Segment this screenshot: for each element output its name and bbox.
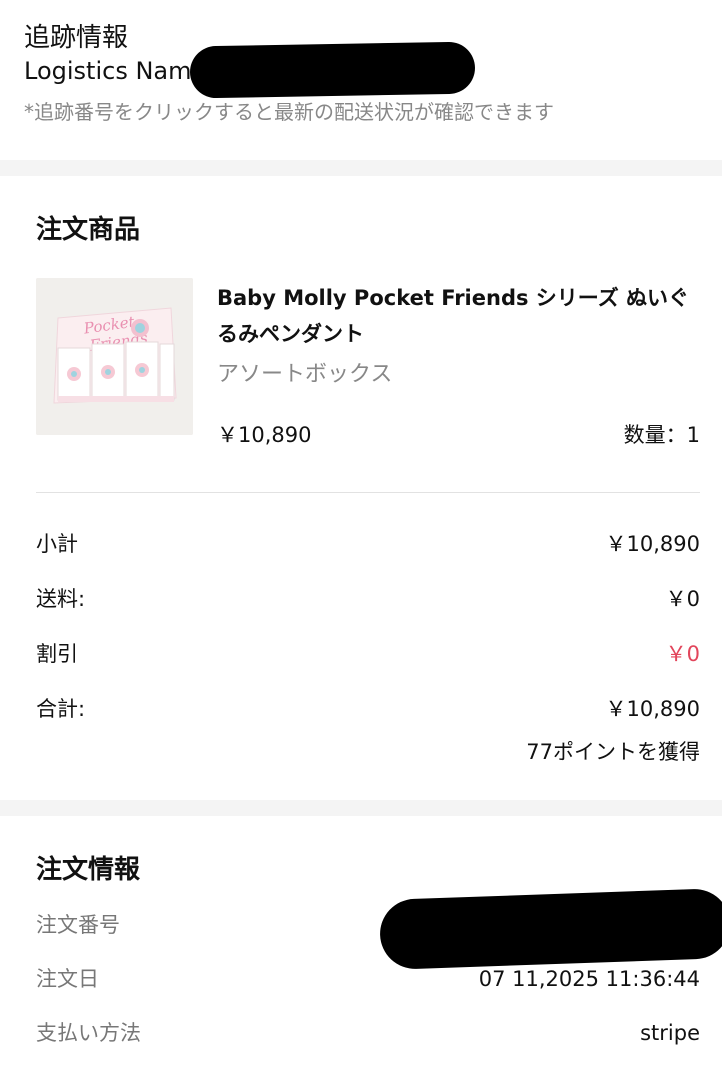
- payment-method-value: stripe: [640, 1021, 700, 1045]
- product-quantity: 数量：1: [623, 423, 700, 447]
- redacted-order-number: [378, 887, 722, 971]
- order-items-title: 注文商品: [36, 215, 141, 245]
- points-earned: 77ポイントを獲得: [526, 740, 700, 764]
- subtotal-value: ￥10,890: [605, 532, 700, 556]
- discount-label: 割引: [36, 642, 78, 666]
- order-info-section: 注文情報 注文番号 注文日 07 11,2025 11:36:44 支払い方法 …: [0, 816, 722, 1080]
- shipping-label: 送料:: [36, 587, 86, 611]
- product-image-icon: Pocket Friends: [36, 278, 193, 435]
- logistics-name-label: Logistics Name:: [24, 57, 215, 85]
- summary-row-shipping: 送料: ￥0: [36, 584, 700, 614]
- total-value: ￥10,890: [605, 697, 700, 721]
- order-date-value: 07 11,2025 11:36:44: [478, 967, 700, 991]
- product-thumbnail[interactable]: Pocket Friends: [36, 278, 193, 435]
- order-items-section: 注文商品 Pocket Friends Baby Molly Pocket Fr…: [0, 176, 722, 800]
- order-date-label: 注文日: [36, 967, 99, 991]
- order-number-label: 注文番号: [36, 913, 120, 937]
- discount-value: ￥0: [665, 642, 700, 666]
- info-row-payment-method: 支払い方法 stripe: [36, 1018, 700, 1048]
- total-label: 合計:: [36, 697, 86, 721]
- subtotal-label: 小計: [36, 532, 78, 556]
- summary-row-total: 合計: ￥10,890: [36, 694, 700, 724]
- tracking-title: 追跡情報: [24, 23, 129, 53]
- order-info-title: 注文情報: [36, 855, 141, 885]
- payment-method-label: 支払い方法: [36, 1021, 141, 1045]
- product-name[interactable]: Baby Molly Pocket Friends シリーズ ぬいぐるみペンダン…: [217, 280, 697, 352]
- redacted-tracking-number[interactable]: [189, 41, 476, 99]
- summary-row-discount: 割引 ￥0: [36, 639, 700, 669]
- divider: [36, 492, 700, 493]
- product-variant: アソートボックス: [217, 362, 393, 387]
- tracking-note: *追跡番号をクリックすると最新の配送状況が確認できます: [24, 100, 554, 124]
- product-price: ￥10,890: [217, 423, 312, 447]
- tracking-section: 追跡情報 Logistics Name: *追跡番号をクリックすると最新の配送状…: [0, 0, 722, 160]
- info-row-order-date: 注文日 07 11,2025 11:36:44: [36, 964, 700, 994]
- summary-row-subtotal: 小計 ￥10,890: [36, 529, 700, 559]
- shipping-value: ￥0: [665, 587, 700, 611]
